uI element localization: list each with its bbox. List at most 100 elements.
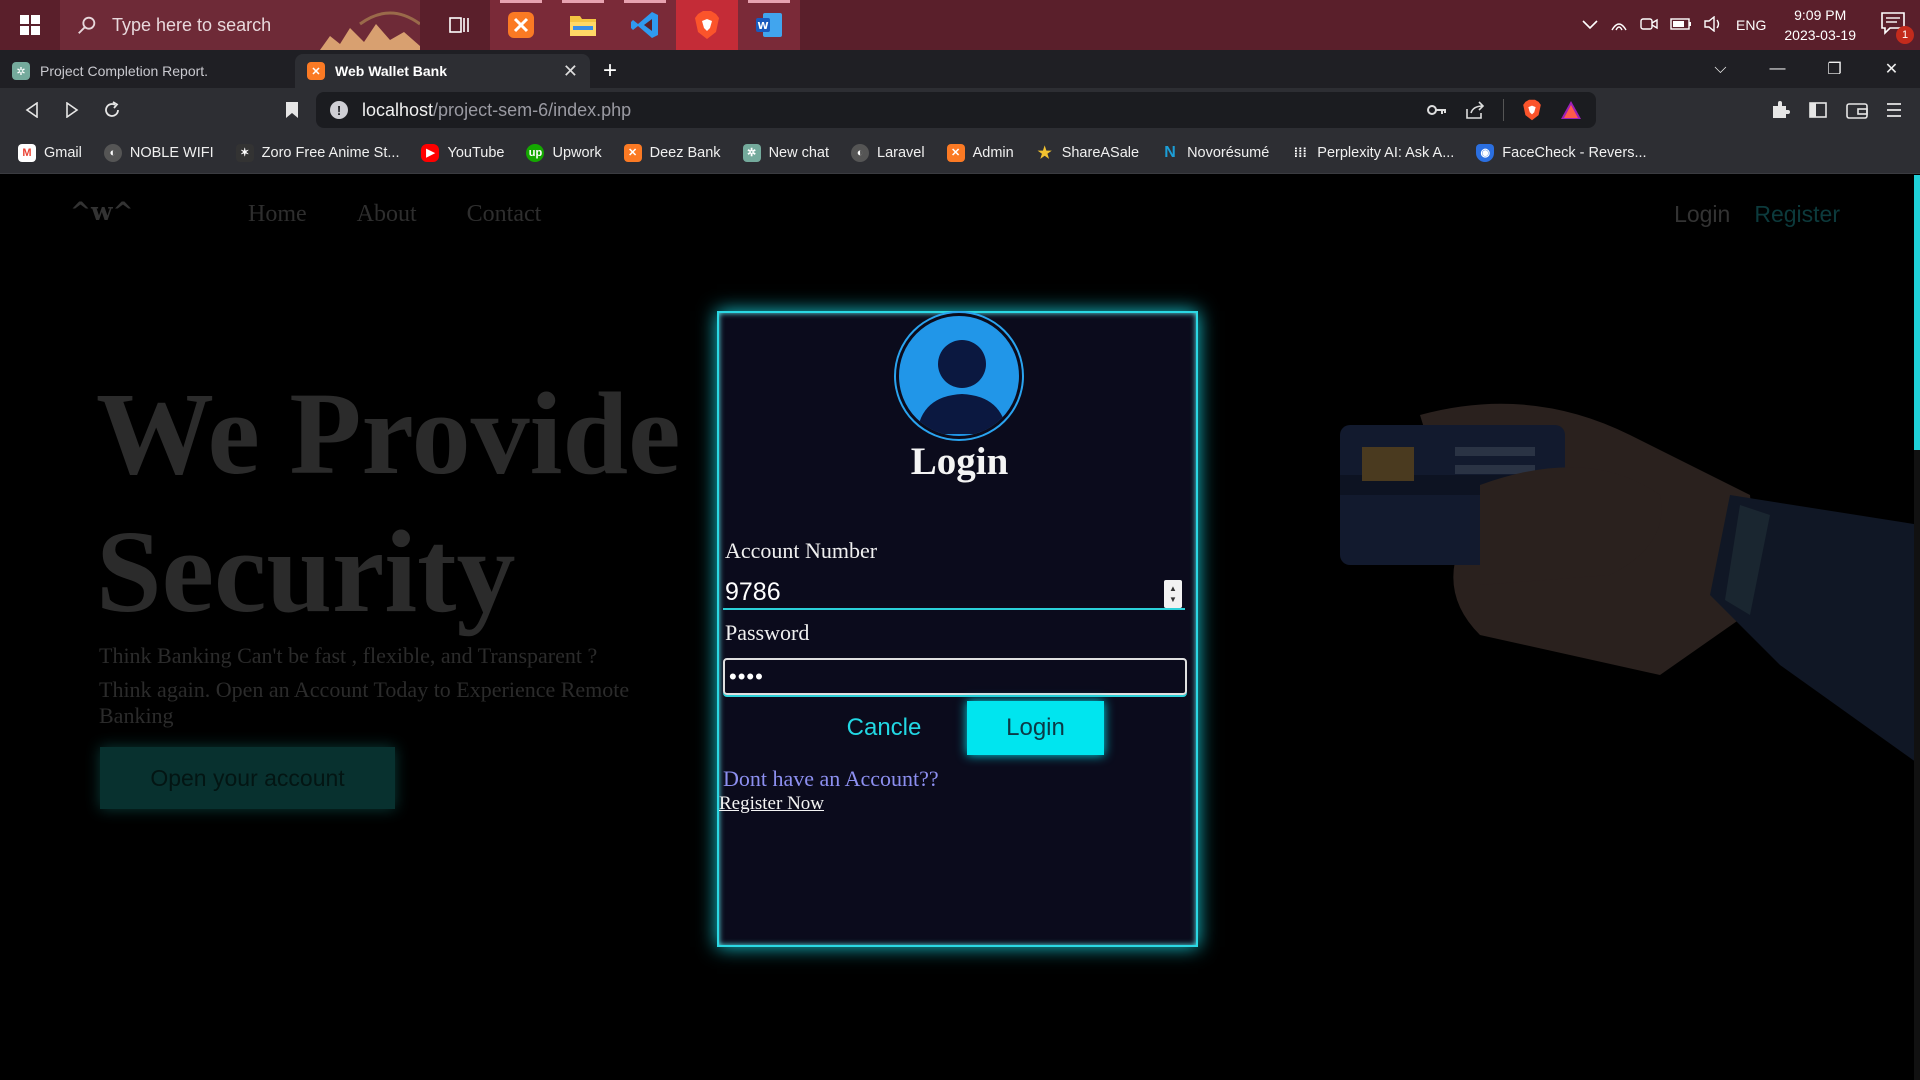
task-view-button[interactable] [428, 0, 490, 50]
bookmark-perplexity[interactable]: ⁞⁞⁞ Perplexity AI: Ask A... [1291, 144, 1455, 162]
number-stepper[interactable]: ▲ ▼ [1164, 580, 1182, 608]
svg-text:W: W [757, 21, 768, 32]
language-indicator[interactable]: ENG [1736, 17, 1766, 33]
taskbar-brave[interactable] [676, 0, 738, 50]
hero-line-1: Think Banking Can't be fast , flexible, … [99, 643, 598, 668]
tab-web-wallet-bank[interactable]: ✕ Web Wallet Bank ✕ [295, 54, 590, 88]
open-account-button[interactable]: Open your account [100, 747, 395, 809]
taskbar-vscode[interactable] [614, 0, 676, 50]
taskbar-word[interactable]: W [738, 0, 800, 50]
clock[interactable]: 9:09 PM 2023-03-19 [1784, 5, 1856, 45]
zoro-icon: ✶ [235, 143, 254, 162]
word-icon: W [756, 13, 782, 37]
scrollbar-thumb[interactable] [1914, 175, 1920, 450]
stepper-up-icon[interactable]: ▲ [1169, 583, 1177, 594]
user-avatar-icon [896, 313, 1022, 439]
key-icon[interactable] [1427, 104, 1447, 116]
nav-home[interactable]: Home [248, 201, 307, 228]
bookmark-label: Admin [972, 144, 1014, 161]
cancel-button[interactable]: Cancle [838, 703, 930, 753]
hero-subtitle: Think Banking Can't be fast , flexible, … [99, 643, 689, 729]
new-tab-button[interactable]: + [590, 54, 630, 88]
hero-title: We Provide Security [96, 368, 681, 637]
taskbar-xampp[interactable] [490, 0, 552, 50]
tab-project-report[interactable]: ✲ Project Completion Report. [0, 54, 295, 88]
close-tab-icon[interactable]: ✕ [563, 61, 578, 82]
globe-icon: ◐ [103, 143, 122, 162]
stepper-down-icon[interactable]: ▼ [1169, 594, 1177, 605]
opera-house-icon [320, 11, 420, 50]
bookmark-new-chat[interactable]: ✲ New chat [742, 143, 830, 162]
wifi-icon[interactable] [1610, 16, 1628, 35]
taskbar-file-explorer[interactable] [552, 0, 614, 50]
wallet-icon[interactable] [1846, 101, 1868, 119]
login-button[interactable]: Login [967, 701, 1104, 755]
clock-time: 9:09 PM [1794, 7, 1847, 23]
start-button[interactable] [0, 0, 60, 50]
volume-icon[interactable] [1704, 15, 1724, 35]
bookmark-youtube[interactable]: ▶ YouTube [421, 143, 504, 162]
bookmark-zoro[interactable]: ✶ Zoro Free Anime St... [235, 143, 400, 162]
vscode-icon [631, 12, 658, 38]
forward-button[interactable] [52, 92, 92, 128]
account-number-input[interactable] [723, 576, 1185, 610]
novoresume-icon: N [1164, 143, 1176, 161]
reload-button[interactable] [92, 92, 132, 128]
address-bar[interactable]: ! localhost/project-sem-6/index.php [316, 92, 1596, 128]
bookmark-upwork[interactable]: up Upwork [526, 143, 602, 162]
site-logo[interactable]: ^w^ [70, 197, 133, 226]
meet-now-icon[interactable] [1640, 16, 1658, 35]
register-now-link[interactable]: Register Now [719, 793, 824, 815]
nav-about[interactable]: About [357, 201, 417, 228]
header-login-link[interactable]: Login [1674, 201, 1730, 228]
divider [1503, 99, 1504, 121]
taskbar-search[interactable]: Type here to search [60, 0, 420, 50]
bookmark-button[interactable] [272, 101, 312, 119]
xampp-icon: ✕ [946, 143, 965, 162]
close-window-button[interactable]: ✕ [1863, 50, 1920, 88]
xampp-icon: ✕ [623, 143, 642, 162]
bookmark-novoresume[interactable]: N Novorésumé [1161, 144, 1269, 162]
password-label: Password [725, 620, 810, 645]
hero-line-2: Think again. Open an Account Today to Ex… [99, 677, 630, 728]
bookmark-admin[interactable]: ✕ Admin [946, 143, 1014, 162]
bookmark-shareasale[interactable]: ★ ShareASale [1036, 144, 1140, 162]
back-button[interactable] [12, 92, 52, 128]
extensions-icon[interactable] [1770, 100, 1790, 120]
restore-button[interactable]: ❐ [1806, 50, 1863, 88]
bookmark-label: Zoro Free Anime St... [261, 144, 400, 161]
brave-rewards-icon[interactable] [1560, 100, 1582, 120]
browser-toolbar: ! localhost/project-sem-6/index.php [0, 88, 1920, 132]
bookmark-gmail[interactable]: M Gmail [18, 143, 82, 162]
search-icon [78, 16, 96, 34]
bookmark-facecheck[interactable]: ◉ FaceCheck - Revers... [1476, 143, 1647, 162]
share-icon[interactable] [1465, 101, 1485, 119]
bookmark-label: NOBLE WIFI [129, 144, 214, 161]
sidebar-icon[interactable] [1808, 100, 1828, 120]
tab-title: Web Wallet Bank [335, 63, 448, 79]
brave-icon [695, 11, 719, 39]
nav-contact[interactable]: Contact [467, 201, 542, 228]
notification-center-button[interactable]: 1 [1880, 10, 1914, 44]
tab-title: Project Completion Report. [40, 63, 209, 79]
menu-icon[interactable] [1886, 101, 1902, 119]
battery-icon[interactable] [1670, 17, 1692, 33]
password-input[interactable] [723, 658, 1187, 695]
tab-search-icon[interactable]: ⌵ [1692, 50, 1749, 88]
bookmark-noble-wifi[interactable]: ◐ NOBLE WIFI [103, 143, 214, 162]
brave-shields-icon[interactable] [1522, 99, 1542, 121]
bookmark-label: Deez Bank [649, 144, 721, 161]
bookmark-laravel[interactable]: ◐ Laravel [851, 143, 925, 162]
chevron-up-icon[interactable] [1582, 17, 1598, 33]
auth-nav: Login Register [1674, 201, 1840, 228]
page-scrollbar[interactable] [1914, 175, 1920, 1080]
folder-icon [570, 16, 596, 36]
minimize-button[interactable]: — [1749, 50, 1806, 88]
header-register-link[interactable]: Register [1754, 201, 1840, 228]
bookmark-label: New chat [768, 144, 830, 161]
bookmark-label: Upwork [552, 144, 602, 161]
xampp-icon: ✕ [307, 62, 325, 80]
bookmark-deez-bank[interactable]: ✕ Deez Bank [623, 143, 721, 162]
site-info-icon[interactable]: ! [330, 101, 348, 119]
windows-icon [20, 15, 40, 35]
